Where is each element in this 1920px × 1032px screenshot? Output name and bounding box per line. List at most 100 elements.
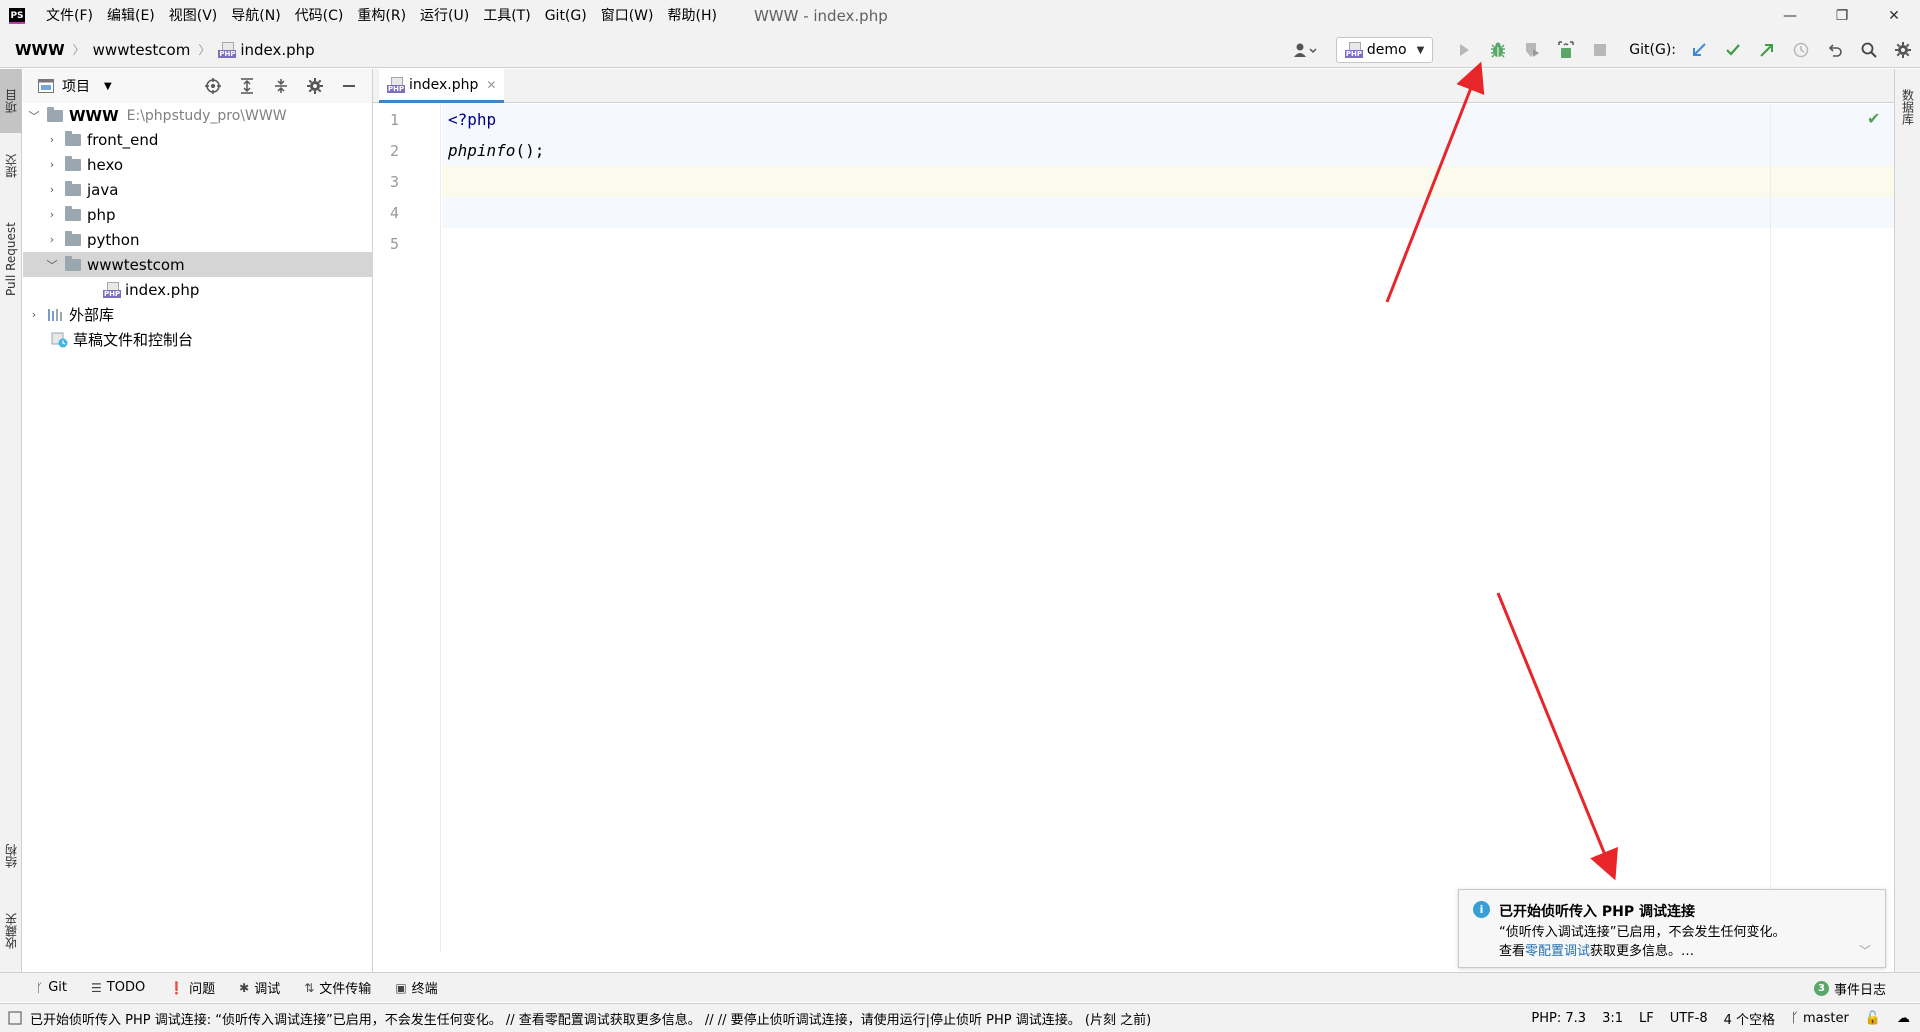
chevron-right-icon[interactable]: › [45,133,59,146]
menu-file[interactable]: 文件(F) [39,0,100,32]
menu-run[interactable]: 运行(U) [413,0,476,32]
chevron-down-icon[interactable]: ﹀ [45,257,59,273]
menu-navigate[interactable]: 导航(N) [224,0,287,32]
tool-tab-commit[interactable]: 提交 [0,141,22,191]
stop-icon[interactable] [1586,36,1614,64]
status-message[interactable]: 已开始侦听传入 PHP 调试连接: “侦听传入调试连接”已启用，不会发生任何变化… [30,1009,1151,1028]
php-code-block-background [442,104,1894,166]
run-icon[interactable] [1450,36,1478,64]
tool-tab-structure[interactable]: 结构 [0,829,22,884]
chevron-down-icon[interactable]: ﹀ [27,108,41,124]
notification-balloon[interactable]: i 已开始侦听传入 PHP 调试连接 “侦听传入调试连接”已启用，不会发生任何变… [1458,889,1886,968]
chevron-right-icon[interactable]: › [45,208,59,221]
panel-settings-gear-icon[interactable] [302,72,328,100]
chevron-right-icon[interactable]: › [45,158,59,171]
indent-widget[interactable]: 4 个空格 [1724,1009,1775,1028]
tree-folder-python[interactable]: › python [23,227,373,252]
tree-folder-java[interactable]: › java [23,177,373,202]
restore-button[interactable]: ❐ [1816,0,1868,32]
tool-window-todo[interactable]: ☰ TODO [91,980,145,995]
project-panel: 项目 ▼ ﹀ WWW E:\phpstudy_pro\WWW › front_e… [23,69,373,972]
menu-help[interactable]: 帮助(H) [660,0,723,32]
folder-icon [65,155,81,171]
breadcrumb-root[interactable]: WWW [15,41,65,59]
chevron-right-icon[interactable]: › [45,233,59,246]
listen-debug-connections-icon[interactable] [1552,36,1580,64]
history-icon[interactable] [1787,36,1815,64]
user-account-icon[interactable] [1291,36,1319,64]
caret-position-widget[interactable]: 3:1 [1602,1011,1623,1026]
chevron-right-icon[interactable]: › [27,308,41,321]
bottom-tool-bar: ᚴ Git ☰ TODO ❗ 问题 ✱ 调试 ⇅ 文件传输 ▣ 终端 3 事件日志 [0,972,1920,1002]
tool-tab-favorites[interactable]: 收藏夹 [0,899,22,964]
tool-window-terminal[interactable]: ▣ 终端 [395,978,437,998]
settings-gear-icon[interactable] [1889,36,1917,64]
menu-view[interactable]: 视图(V) [162,0,225,32]
tool-window-debug[interactable]: ✱ 调试 [239,978,280,998]
close-icon[interactable]: ✕ [486,78,496,92]
tool-tab-commit-label: 提交 [4,154,19,178]
git-branch-widget[interactable]: ᚴ master [1791,1011,1849,1026]
menu-window[interactable]: 窗口(W) [594,0,661,32]
readonly-lock-icon[interactable]: 🔓 [1865,1011,1881,1026]
tool-tab-database[interactable]: 数据库 [1897,77,1919,137]
function-call-args: (); [515,141,545,160]
minimize-button[interactable]: — [1764,0,1816,32]
event-log-button[interactable]: 3 事件日志 [1813,973,1886,1003]
zero-config-debug-link[interactable]: 零配置调试 [1525,944,1590,959]
breadcrumb-folder[interactable]: wwwtestcom [93,41,191,59]
terminal-icon: ▣ [395,980,407,995]
menu-tools[interactable]: 工具(T) [476,0,537,32]
locate-file-icon[interactable] [200,72,226,100]
tree-folder-wwwtestcom[interactable]: ﹀ wwwtestcom [23,252,373,277]
chevron-down-icon[interactable]: ▼ [104,81,112,92]
chevron-down-icon[interactable]: ﹀ [1859,942,1871,959]
tool-tab-project[interactable]: 项目 [0,69,22,133]
tool-window-file-transfer[interactable]: ⇅ 文件传输 [304,978,371,998]
editor-tab-index-php[interactable]: PHP index.php ✕ [379,69,505,103]
navigation-bar: WWW 〉 wwwtestcom 〉 PHP index.php PHP demo… [0,32,1920,68]
tree-file-index-php[interactable]: PHP index.php [23,277,373,302]
tool-window-problems[interactable]: ❗ 问题 [169,978,215,998]
run-configuration-select[interactable]: PHP demo ▼ [1335,37,1434,63]
memory-indicator-icon[interactable]: ☁ [1897,1011,1910,1026]
tree-external-libraries-label: 外部库 [69,306,115,324]
tree-root[interactable]: ﹀ WWW E:\phpstudy_pro\WWW [23,103,373,128]
php-version-widget[interactable]: PHP: 7.3 [1531,1011,1586,1026]
editor-tab-label: index.php [409,76,479,93]
toggle-tool-windows-icon[interactable] [8,1011,22,1025]
rollback-icon[interactable] [1821,36,1849,64]
menu-git[interactable]: Git(G) [538,0,594,32]
hide-panel-icon[interactable] [336,72,362,100]
git-update-icon[interactable] [1685,36,1713,64]
tool-tab-pull-request[interactable]: Pull Request [0,204,22,314]
php-code-block-background [442,197,1894,228]
tree-scratches[interactable]: 草稿文件和控制台 [23,327,373,352]
event-log-count-badge: 3 [1813,980,1829,996]
encoding-widget[interactable]: UTF-8 [1670,1011,1708,1026]
tree-folder-label: php [87,205,116,224]
close-window-button[interactable]: ✕ [1868,0,1920,32]
menu-edit[interactable]: 编辑(E) [100,0,162,32]
tree-folder-hexo[interactable]: › hexo [23,152,373,177]
collapse-all-icon[interactable] [268,72,294,100]
git-push-icon[interactable] [1753,36,1781,64]
debug-icon[interactable] [1484,36,1512,64]
tree-external-libraries[interactable]: › 外部库 [23,302,373,327]
right-tool-strip: 数据库 [1894,69,1920,972]
menu-code[interactable]: 代码(C) [288,0,351,32]
git-commit-icon[interactable] [1719,36,1747,64]
menu-refactor[interactable]: 重构(R) [350,0,413,32]
search-icon[interactable] [1855,36,1883,64]
run-with-coverage-icon[interactable] [1518,36,1546,64]
line-separator-widget[interactable]: LF [1639,1011,1654,1026]
breadcrumb-file[interactable]: PHP index.php [218,41,315,59]
tool-window-git[interactable]: ᚴ Git [36,980,67,995]
chevron-right-icon[interactable]: › [45,183,59,196]
expand-all-icon[interactable] [234,72,260,100]
tree-folder-front-end[interactable]: › front_end [23,127,373,152]
tree-folder-php[interactable]: › php [23,202,373,227]
inspection-ok-check-icon[interactable]: ✔ [1867,109,1880,128]
project-panel-title[interactable]: 项目 [62,76,90,96]
code-editor[interactable]: <?php phpinfo(); [442,104,1894,952]
